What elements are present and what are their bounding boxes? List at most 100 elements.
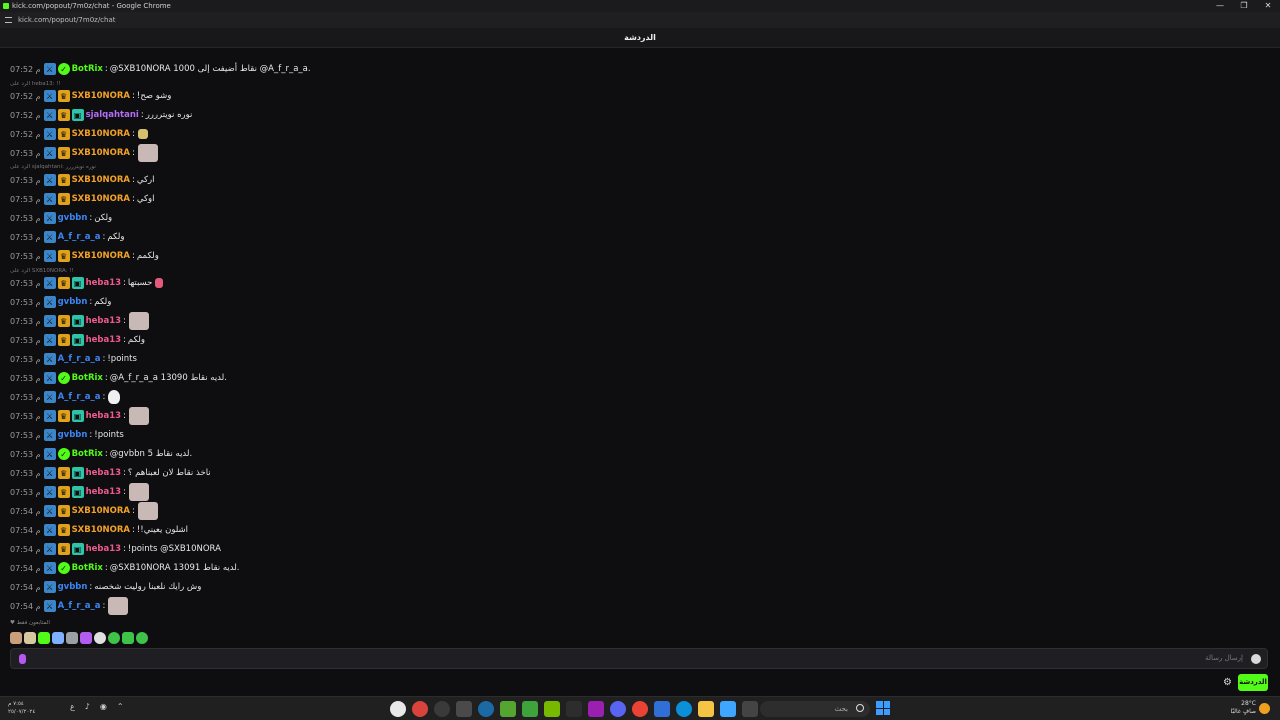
gift-badge-icon[interactable]: ▣ bbox=[71, 334, 84, 346]
network-icon[interactable]: ◉ bbox=[100, 702, 107, 711]
gift-badge-icon[interactable]: ▣ bbox=[71, 486, 84, 498]
mod-badge-icon[interactable]: ⚔ bbox=[43, 296, 56, 308]
username[interactable]: SXB10NORA bbox=[72, 251, 130, 261]
mod-badge-icon[interactable]: ⚔ bbox=[43, 505, 56, 517]
nvidia-icon[interactable] bbox=[544, 701, 560, 717]
gift-badge-icon[interactable]: ▣ bbox=[71, 467, 84, 479]
username[interactable]: gvbbn bbox=[58, 213, 88, 223]
minimize-button[interactable]: — bbox=[1208, 0, 1232, 12]
username[interactable]: BotRix bbox=[72, 64, 103, 74]
emote-green-icon[interactable] bbox=[122, 632, 134, 644]
mod-badge-icon[interactable]: ⚔ bbox=[43, 448, 56, 460]
mod-badge-icon[interactable]: ⚔ bbox=[43, 147, 56, 159]
verified-badge-icon[interactable]: ✓ bbox=[57, 562, 70, 574]
verified-badge-icon[interactable]: ✓ bbox=[57, 372, 70, 384]
username[interactable]: heba13 bbox=[86, 411, 121, 421]
verified-badge-icon[interactable]: ✓ bbox=[57, 63, 70, 75]
mod-badge-icon[interactable]: ⚔ bbox=[43, 277, 56, 289]
sub-badge-icon[interactable]: ♛ bbox=[57, 543, 70, 555]
gift-badge-icon[interactable]: ▣ bbox=[71, 277, 84, 289]
sub-badge-icon[interactable]: ♛ bbox=[57, 250, 70, 262]
verified-badge-icon[interactable]: ✓ bbox=[57, 448, 70, 460]
maximize-button[interactable]: ❐ bbox=[1232, 0, 1256, 12]
sub-badge-icon[interactable]: ♛ bbox=[57, 467, 70, 479]
reply-context[interactable]: الرد على SXB10NORA: !! bbox=[10, 268, 74, 276]
username[interactable]: BotRix bbox=[72, 563, 103, 573]
gift-badge-icon[interactable]: ▣ bbox=[71, 109, 84, 121]
terminal-icon[interactable] bbox=[566, 701, 582, 717]
username[interactable]: SXB10NORA bbox=[72, 194, 130, 204]
weather-widget[interactable]: 28°C صافٍ غالبًا bbox=[1231, 700, 1256, 716]
discord-icon[interactable] bbox=[610, 701, 626, 717]
emote-party-icon[interactable] bbox=[80, 632, 92, 644]
mod-badge-icon[interactable]: ⚔ bbox=[43, 212, 56, 224]
sub-badge-icon[interactable]: ♛ bbox=[57, 486, 70, 498]
mod-badge-icon[interactable]: ⚔ bbox=[43, 128, 56, 140]
reply-context[interactable]: الرد على sjalqahtani: نوره نويترررر bbox=[10, 164, 96, 172]
username[interactable]: A_f_r_a_a bbox=[58, 392, 101, 402]
mod-badge-icon[interactable]: ⚔ bbox=[43, 581, 56, 593]
mod-badge-icon[interactable]: ⚔ bbox=[43, 429, 56, 441]
reply-context[interactable]: الرد على heba13: !! bbox=[10, 81, 61, 89]
sub-badge-icon[interactable]: ♛ bbox=[57, 147, 70, 159]
mod-badge-icon[interactable]: ⚔ bbox=[43, 63, 56, 75]
chat-input[interactable]: إرسال رسالة bbox=[10, 648, 1268, 669]
sub-badge-icon[interactable]: ♛ bbox=[57, 277, 70, 289]
mod-badge-icon[interactable]: ⚔ bbox=[43, 372, 56, 384]
username[interactable]: A_f_r_a_a bbox=[58, 601, 101, 611]
mod-badge-icon[interactable]: ⚔ bbox=[43, 231, 56, 243]
gift-badge-icon[interactable]: ▣ bbox=[71, 543, 84, 555]
tray-chevron-icon[interactable]: ⌃ bbox=[117, 702, 124, 711]
site-settings-icon[interactable] bbox=[5, 17, 12, 23]
mod-badge-icon[interactable]: ⚔ bbox=[43, 90, 56, 102]
chrome-icon[interactable] bbox=[632, 701, 648, 717]
mod-badge-icon[interactable]: ⚔ bbox=[43, 543, 56, 555]
app-icon[interactable] bbox=[456, 701, 472, 717]
app-icon[interactable] bbox=[390, 701, 406, 717]
emote-green-icon[interactable] bbox=[136, 632, 148, 644]
minecraft-icon[interactable] bbox=[500, 701, 516, 717]
mod-badge-icon[interactable]: ⚔ bbox=[43, 391, 56, 403]
mod-badge-icon[interactable]: ⚔ bbox=[43, 109, 56, 121]
send-chat-button[interactable]: الدردشة bbox=[1238, 674, 1268, 691]
volume-icon[interactable]: ♪ bbox=[85, 702, 90, 711]
taskbar-clock[interactable]: ٧:٥٤ م ٢٥/٠٧/٢٠٢٤ bbox=[8, 700, 35, 716]
mod-badge-icon[interactable]: ⚔ bbox=[43, 600, 56, 612]
app-icon[interactable] bbox=[742, 701, 758, 717]
username[interactable]: SXB10NORA bbox=[72, 148, 130, 158]
sub-badge-icon[interactable]: ♛ bbox=[57, 90, 70, 102]
settings-gear-icon[interactable]: ⚙ bbox=[1223, 677, 1232, 688]
mod-badge-icon[interactable]: ⚔ bbox=[43, 334, 56, 346]
username[interactable]: heba13 bbox=[86, 278, 121, 288]
app-icon[interactable] bbox=[412, 701, 428, 717]
emote-blob-icon[interactable] bbox=[52, 632, 64, 644]
username[interactable]: heba13 bbox=[86, 335, 121, 345]
emote-green-icon[interactable] bbox=[108, 632, 120, 644]
username[interactable]: sjalqahtani bbox=[86, 110, 139, 120]
username[interactable]: A_f_r_a_a bbox=[58, 354, 101, 364]
gift-badge-icon[interactable]: ▣ bbox=[71, 315, 84, 327]
sub-badge-icon[interactable]: ♛ bbox=[57, 128, 70, 140]
emote-hand-icon[interactable] bbox=[66, 632, 78, 644]
close-button[interactable]: ✕ bbox=[1256, 0, 1280, 12]
language-icon[interactable]: ع bbox=[70, 702, 75, 711]
app-icon[interactable] bbox=[522, 701, 538, 717]
sub-badge-icon[interactable]: ♛ bbox=[57, 524, 70, 536]
taskbar-search[interactable]: بحث bbox=[760, 701, 870, 717]
mod-badge-icon[interactable]: ⚔ bbox=[43, 524, 56, 536]
username[interactable]: SXB10NORA bbox=[72, 129, 130, 139]
emote-face-icon[interactable] bbox=[24, 632, 36, 644]
username[interactable]: BotRix bbox=[72, 449, 103, 459]
file-explorer-icon[interactable] bbox=[698, 701, 714, 717]
username[interactable]: SXB10NORA bbox=[72, 91, 130, 101]
username[interactable]: SXB10NORA bbox=[72, 506, 130, 516]
address-bar[interactable]: kick.com/popout/7m0z/chat bbox=[0, 12, 1280, 28]
app-icon[interactable] bbox=[434, 701, 450, 717]
emote-ball-icon[interactable] bbox=[94, 632, 106, 644]
sub-badge-icon[interactable]: ♛ bbox=[57, 315, 70, 327]
username[interactable]: heba13 bbox=[86, 316, 121, 326]
username[interactable]: BotRix bbox=[72, 373, 103, 383]
mod-badge-icon[interactable]: ⚔ bbox=[43, 467, 56, 479]
mod-badge-icon[interactable]: ⚔ bbox=[43, 315, 56, 327]
sub-badge-icon[interactable]: ♛ bbox=[57, 193, 70, 205]
